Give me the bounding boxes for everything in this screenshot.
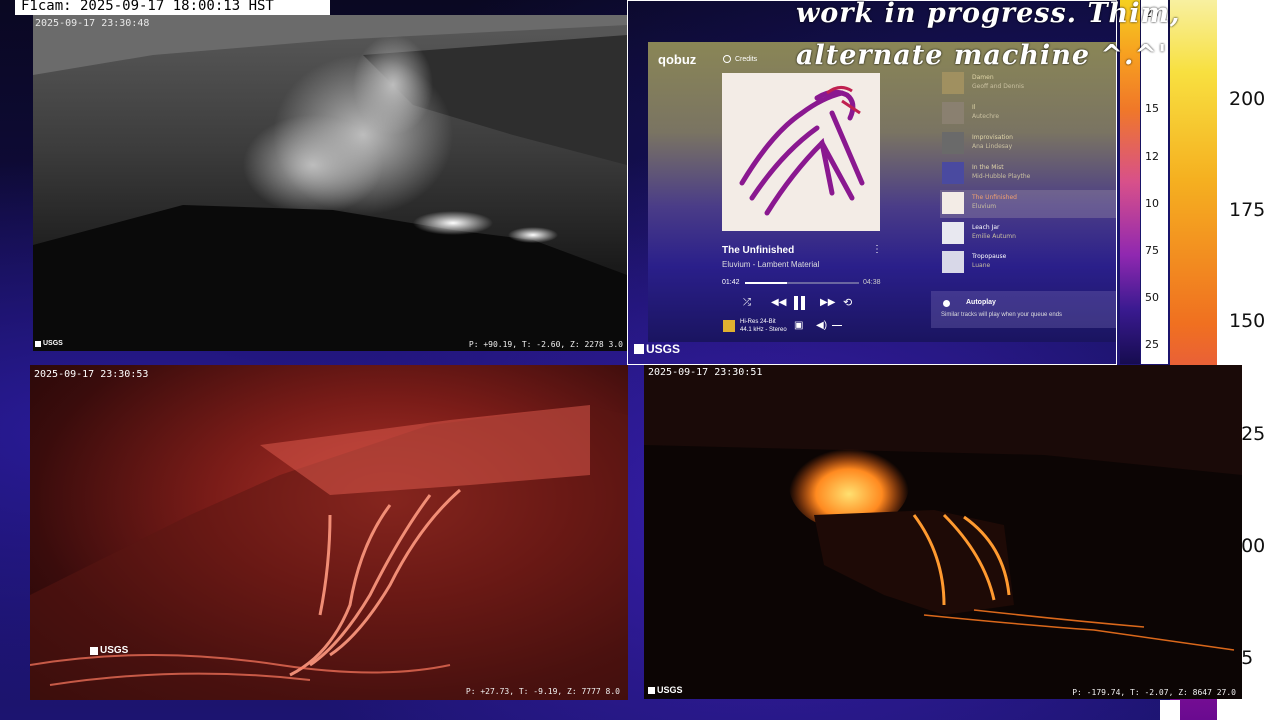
usgs-logo: USGS [648,685,683,695]
ptz-readout: P: -179.74, T: -2.07, Z: 8647 27.0 [1072,688,1236,697]
queue-artist: Ana Lindesay [972,143,1013,150]
autoplay-toggle[interactable] [943,300,950,307]
queue-item-current[interactable]: The Unfinished Eluvium [940,190,1116,218]
duration-time: 04:38 [863,279,881,286]
pause-icon [794,296,798,310]
usgs-logo-text: USGS [100,645,129,656]
shuffle-icon[interactable]: ⤮ [743,297,751,308]
queue-item[interactable]: Tropopause Luane [940,249,1116,277]
credits-label: Credits [735,55,758,63]
camera-feed-bottom-right: 2025-09-17 23:30:51 USGS P: -179.74, T: … [644,365,1242,699]
next-icon[interactable]: ▶▶ [820,297,835,308]
autoplay-label: Autoplay [966,299,996,306]
usgs-logo-text: USGS [657,685,683,695]
queue-title: In the Mist [972,164,1004,171]
queue-item[interactable]: Leach Jar Emilie Autumn [940,220,1116,248]
queue-item[interactable]: Damen Geoff and Dennis [940,70,1116,98]
queue-title: Improvisation [972,134,1013,141]
crater-scene [33,15,627,351]
autoplay-panel: Autoplay Similar tracks will play when y… [931,291,1116,328]
ptz-readout: P: +27.73, T: -9.19, Z: 7777 8.0 [465,687,620,696]
pause-button[interactable] [793,296,807,310]
scale-tick: 175 [1229,199,1266,221]
queue-artist: Luane [972,262,991,269]
scale-tick: 150 [1229,310,1266,332]
scale-tick: 200 [1229,88,1266,110]
scale-tick: 15 [1145,102,1159,115]
usgs-logo-text: USGS [43,340,63,347]
queue-item[interactable]: Il Autechre [940,100,1116,128]
repeat-icon[interactable]: ⟲ [843,296,852,309]
queue-thumb [942,192,964,214]
scale-corner [1160,700,1180,720]
quality-line2: 44.1 kHz - Stereo [740,327,787,333]
usgs-logo: USGS [35,340,63,347]
progress-fill [745,282,788,284]
usgs-mark-icon [634,344,644,354]
queue-thumb [942,102,964,124]
volume-icon[interactable]: ◀) [816,320,827,331]
album-art [722,73,880,231]
queue-title: Il [972,104,976,111]
autoplay-sub: Similar tracks will play when your queue… [941,312,1063,318]
queue-artist: Mid-Hubble Playthe [972,173,1031,180]
queue-title: The Unfinished [972,194,1017,201]
queue-title: Leach Jar [972,224,1000,231]
queue-title: Damen [972,74,994,81]
queue-thumb [942,132,964,154]
usgs-mark-icon [648,686,655,694]
queue-item[interactable]: Improvisation Ana Lindesay [940,130,1116,158]
queue-artist: Eluvium [972,203,997,210]
progress-bar[interactable] [745,282,859,284]
track-subtitle: Eluvium - Lambent Material [722,260,820,269]
elapsed-time: 01:42 [722,279,740,286]
usgs-logo-text: USGS [646,342,681,356]
camera-feed-bottom-left: 2025-09-17 23:30:53 USGS P: +27.73, T: -… [30,365,628,700]
pause-icon-bar [801,296,805,310]
timestamp: 2025-09-17 23:30:53 [34,369,149,380]
album-art-image [739,86,865,216]
track-title: The Unfinished [722,245,795,256]
queue-artist: Emilie Autumn [972,233,1016,240]
volume-slider[interactable] [832,325,842,326]
scale-tick: 25 [1145,338,1159,351]
usgs-logo: USGS [90,645,128,656]
previous-icon[interactable]: ◀◀ [771,297,786,308]
fountain-scene [644,365,1242,651]
usgs-logo: USGS [634,342,680,356]
queue-thumb [942,162,964,184]
ptz-readout: P: +90.19, T: -2.60, Z: 2278 3.0 [468,340,623,349]
timestamp: 2025-09-17 23:30:48 [35,18,150,29]
credits-button[interactable]: Credits [723,55,757,63]
queue-thumb [942,222,964,244]
scale-tick: 75 [1145,244,1159,257]
wip-overlay-line1: work in progress. Thim, [796,0,1181,29]
queue-artist: Autechre [972,113,1000,120]
wip-overlay-line2: alternate machine ^.^' [796,40,1168,71]
timestamp: 2025-09-17 23:30:51 [648,367,763,378]
scale-tick: 10 [1145,197,1159,210]
usgs-mark-icon [90,646,98,655]
qobuz-logo: qobuz [658,52,697,67]
info-icon [723,55,731,63]
camera-feed-top-left: 2025-09-17 23:30:48 USGS P: +90.19, T: -… [33,15,627,351]
queue-title: Tropopause [972,253,1007,260]
usgs-mark-icon [35,340,41,347]
queue-artist: Geoff and Dennis [972,83,1024,90]
music-player-window: qobuz Credits The Unfinished Eluvium - L… [648,42,1116,342]
queue-thumb [942,251,964,273]
scale-tick: 50 [1145,291,1159,304]
quality-line1: Hi-Res 24-Bit [740,319,776,325]
queue-thumb [942,72,964,94]
device-icon[interactable]: ▣ [794,320,803,331]
scale-tick: 12 [1145,150,1159,163]
f1cam-label: F1cam: 2025-09-17 18:00:13 HST [15,0,330,15]
hires-badge-icon [723,320,735,332]
more-options-icon[interactable]: ⋮ [872,244,882,255]
queue-item[interactable]: In the Mist Mid-Hubble Playthe [940,160,1116,188]
